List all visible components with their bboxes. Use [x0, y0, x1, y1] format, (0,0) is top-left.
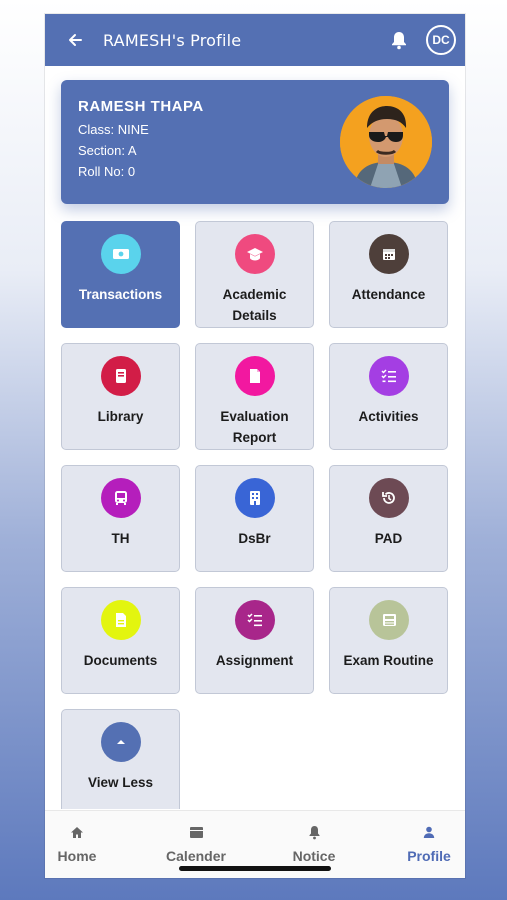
evaluation-report-label: Evaluation Report [220, 409, 289, 445]
newspaper-icon [368, 600, 409, 640]
profile-card: RAMESH THAPA Class: NINE Section: A Roll… [61, 80, 449, 204]
nav-notice-label: Notice [292, 848, 336, 864]
nav-home[interactable]: Home [45, 823, 117, 864]
student-section: Section: A [78, 143, 137, 158]
phone-screen: RAMESH's Profile DC RAMESH THAPA Class: … [45, 14, 465, 878]
dsbr-tile[interactable]: DsBr [195, 465, 314, 572]
th-label: TH [111, 531, 130, 546]
nav-calender-label: Calender [166, 848, 226, 864]
transactions-tile[interactable]: Transactions [61, 221, 180, 328]
user-avatar[interactable]: DC [426, 25, 456, 55]
dsbr-label: DsBr [238, 531, 271, 546]
nav-notice[interactable]: Notice [274, 823, 354, 864]
nav-profile-label: Profile [407, 848, 451, 864]
assignment-label: Assignment [215, 653, 294, 668]
activities-label: Activities [358, 409, 419, 424]
nav-calender[interactable]: Calender [156, 823, 236, 864]
graduation-cap-icon [234, 234, 275, 274]
calendar-icon [368, 234, 409, 274]
academic-details-tile[interactable]: Academic Details [195, 221, 314, 328]
bus-icon [100, 478, 141, 518]
nav-profile[interactable]: Profile [389, 823, 465, 864]
documents-tile[interactable]: Documents [61, 587, 180, 694]
building-icon [234, 478, 275, 518]
history-icon [368, 478, 409, 518]
app-bar: RAMESH's Profile DC [45, 14, 465, 66]
academic-details-label: Academic Details [222, 287, 287, 323]
library-tile[interactable]: Library [61, 343, 180, 450]
view-less-tile[interactable]: View Less [61, 709, 180, 809]
home-icon [45, 823, 117, 841]
bell-icon [274, 823, 354, 841]
transactions-label: Transactions [78, 287, 163, 302]
evaluation-report-tile[interactable]: Evaluation Report [195, 343, 314, 450]
list-icon [234, 600, 275, 640]
file-icon [100, 600, 141, 640]
exam-routine-label: Exam Routine [343, 653, 434, 668]
chevron-up-icon [100, 722, 141, 762]
documents-label: Documents [83, 653, 158, 668]
activities-tile[interactable]: Activities [329, 343, 448, 450]
calendar-icon [156, 823, 236, 841]
money-icon [100, 234, 141, 274]
book-icon [100, 356, 141, 396]
student-roll: Roll No: 0 [78, 164, 136, 179]
person-icon [389, 823, 465, 841]
document-icon [234, 356, 275, 396]
back-arrow-icon[interactable] [65, 30, 85, 50]
home-indicator [179, 866, 331, 871]
attendance-label: Attendance [351, 287, 426, 302]
pad-label: PAD [374, 531, 403, 546]
checklist-icon [368, 356, 409, 396]
profile-photo [340, 96, 432, 188]
attendance-tile[interactable]: Attendance [329, 221, 448, 328]
student-name: RAMESH THAPA [78, 98, 204, 115]
pad-tile[interactable]: PAD [329, 465, 448, 572]
view-less-label: View Less [87, 775, 154, 790]
bell-icon[interactable] [390, 30, 408, 50]
nav-home-label: Home [57, 848, 97, 864]
library-label: Library [97, 409, 144, 424]
page-title: RAMESH's Profile [103, 30, 242, 50]
exam-routine-tile[interactable]: Exam Routine [329, 587, 448, 694]
student-class: Class: NINE [78, 122, 149, 137]
assignment-tile[interactable]: Assignment [195, 587, 314, 694]
th-tile[interactable]: TH [61, 465, 180, 572]
